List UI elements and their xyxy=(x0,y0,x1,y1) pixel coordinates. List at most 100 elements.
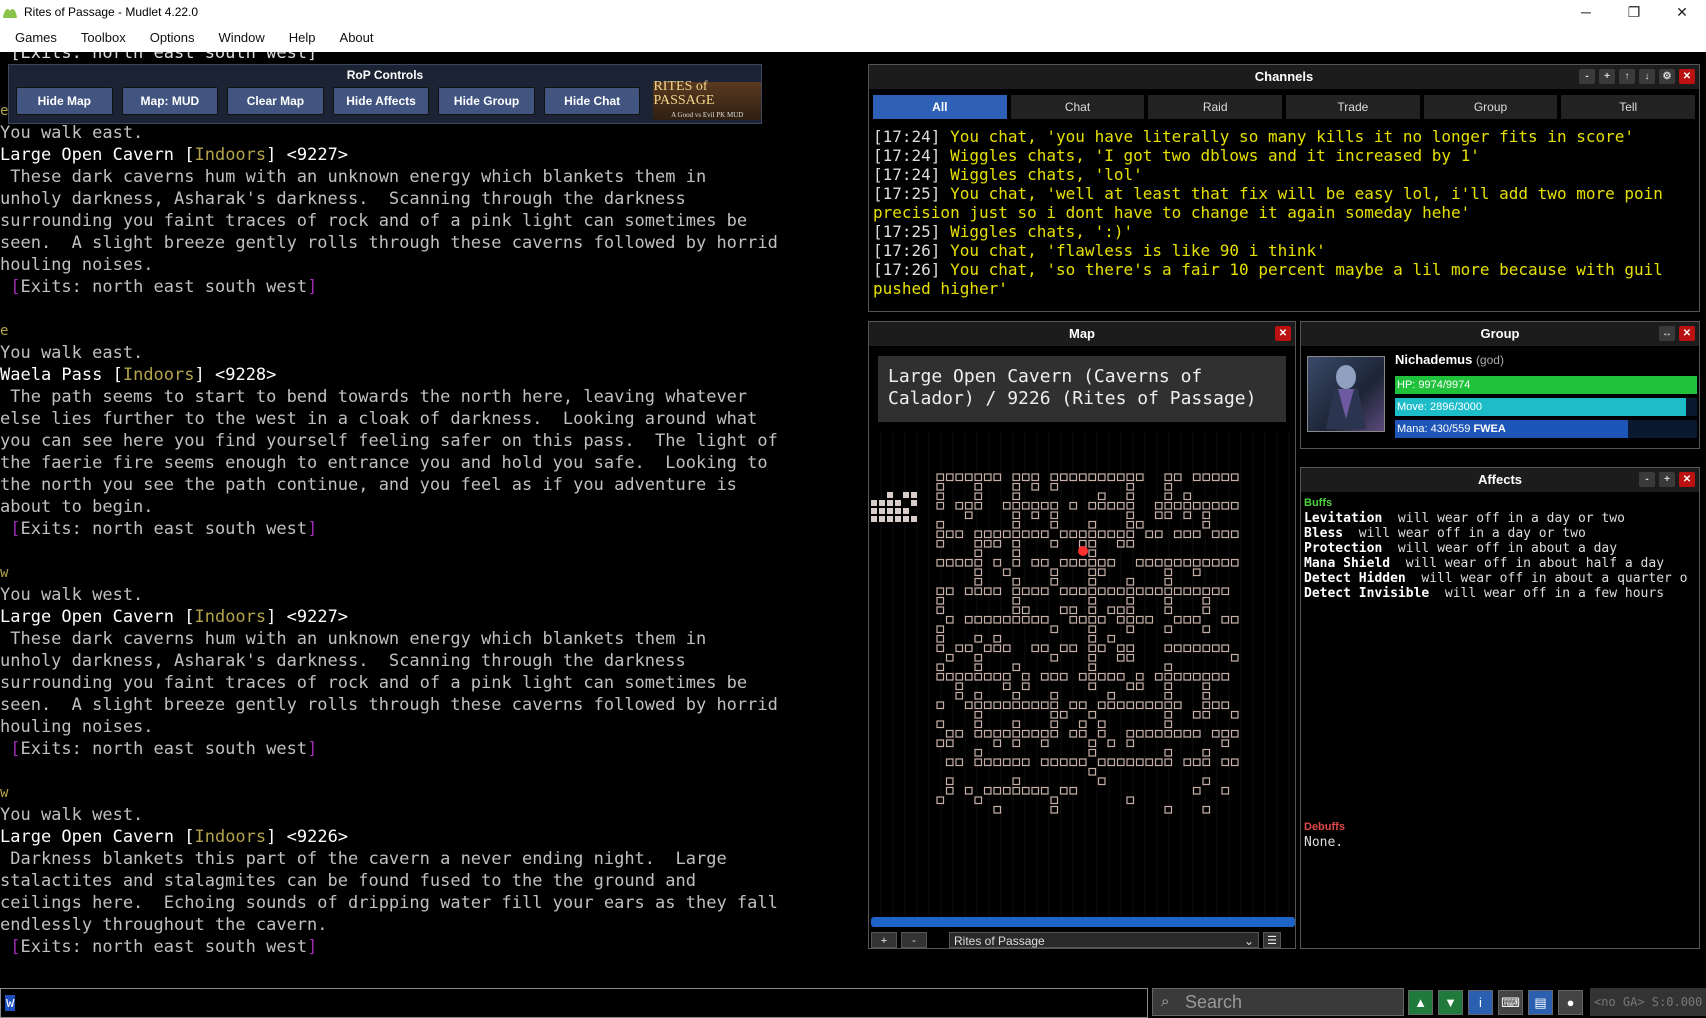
map-room[interactable] xyxy=(974,729,983,738)
map-room[interactable] xyxy=(1154,501,1163,510)
map-room[interactable] xyxy=(1031,482,1040,491)
map-room[interactable] xyxy=(1021,501,1030,510)
map-room[interactable] xyxy=(955,644,964,653)
map-room[interactable] xyxy=(1021,530,1030,539)
map-room[interactable] xyxy=(1050,520,1059,529)
map-room[interactable] xyxy=(1221,530,1230,539)
map-room[interactable] xyxy=(945,729,954,738)
map-room[interactable] xyxy=(1221,786,1230,795)
map-room[interactable] xyxy=(887,508,893,514)
map-room[interactable] xyxy=(1097,644,1106,653)
map-room[interactable] xyxy=(1192,530,1201,539)
map-room[interactable] xyxy=(1012,501,1021,510)
map-room[interactable] xyxy=(1202,473,1211,482)
map-room[interactable] xyxy=(974,653,983,662)
menu-about[interactable]: About xyxy=(328,24,386,52)
map-room[interactable] xyxy=(1192,729,1201,738)
map-room[interactable] xyxy=(974,587,983,596)
map-room[interactable] xyxy=(974,492,983,501)
map-room[interactable] xyxy=(1154,587,1163,596)
map-room[interactable] xyxy=(1012,520,1021,529)
map-room[interactable] xyxy=(1221,473,1230,482)
map-room[interactable] xyxy=(1164,606,1173,615)
map-room[interactable] xyxy=(1050,539,1059,548)
map-room[interactable] xyxy=(1097,587,1106,596)
map-room[interactable] xyxy=(993,644,1002,653)
map-room[interactable] xyxy=(1164,691,1173,700)
map-room[interactable] xyxy=(1183,530,1192,539)
channels-settings-icon[interactable]: ⚙ xyxy=(1659,69,1675,84)
map-room[interactable] xyxy=(1202,511,1211,520)
map-room[interactable] xyxy=(1012,691,1021,700)
map-room[interactable] xyxy=(1202,501,1211,510)
map-room[interactable] xyxy=(1050,577,1059,586)
map-room[interactable] xyxy=(936,539,945,548)
map-room[interactable] xyxy=(1097,758,1106,767)
map-room[interactable] xyxy=(945,777,954,786)
map-room[interactable] xyxy=(974,701,983,710)
map-room[interactable] xyxy=(993,786,1002,795)
map-room[interactable] xyxy=(1050,710,1059,719)
hide-chat-button[interactable]: Hide Chat xyxy=(543,87,641,115)
map-room[interactable] xyxy=(1230,729,1239,738)
map-room[interactable] xyxy=(945,558,954,567)
map-room[interactable] xyxy=(1183,558,1192,567)
map-room[interactable] xyxy=(936,520,945,529)
map-room[interactable] xyxy=(1145,587,1154,596)
map-room[interactable] xyxy=(1173,701,1182,710)
map-room[interactable] xyxy=(974,577,983,586)
map-room[interactable] xyxy=(1202,606,1211,615)
map-room[interactable] xyxy=(1040,530,1049,539)
map-room[interactable] xyxy=(1202,682,1211,691)
map-room[interactable] xyxy=(1221,739,1230,748)
map-room[interactable] xyxy=(1097,729,1106,738)
map-room[interactable] xyxy=(1012,663,1021,672)
map-room[interactable] xyxy=(1097,568,1106,577)
map-room[interactable] xyxy=(955,558,964,567)
map-room[interactable] xyxy=(945,758,954,767)
menu-help[interactable]: Help xyxy=(277,24,328,52)
map-room[interactable] xyxy=(887,492,893,498)
map-room[interactable] xyxy=(993,539,1002,548)
map-room[interactable] xyxy=(936,530,945,539)
mapper-canvas[interactable] xyxy=(869,432,1297,922)
group-resize-icon[interactable]: ↔ xyxy=(1659,326,1675,341)
map-room[interactable] xyxy=(1088,530,1097,539)
map-room[interactable] xyxy=(1164,672,1173,681)
map-room[interactable] xyxy=(1173,530,1182,539)
map-room[interactable] xyxy=(1154,558,1163,567)
map-room[interactable] xyxy=(1164,577,1173,586)
map-room[interactable] xyxy=(1012,473,1021,482)
map-room[interactable] xyxy=(879,508,885,514)
map-room[interactable] xyxy=(993,672,1002,681)
map-room[interactable] xyxy=(1088,625,1097,634)
map-room[interactable] xyxy=(1040,758,1049,767)
map-room[interactable] xyxy=(1031,786,1040,795)
map-room[interactable] xyxy=(1230,653,1239,662)
map-room[interactable] xyxy=(955,758,964,767)
channels-down-button[interactable]: ↓ xyxy=(1639,69,1655,84)
map-room[interactable] xyxy=(1040,739,1049,748)
map-room[interactable] xyxy=(1164,501,1173,510)
map-room[interactable] xyxy=(974,473,983,482)
map-room[interactable] xyxy=(1088,682,1097,691)
map-room[interactable] xyxy=(983,786,992,795)
map-room[interactable] xyxy=(1221,615,1230,624)
map-room[interactable] xyxy=(1002,615,1011,624)
map-room[interactable] xyxy=(974,530,983,539)
map-room[interactable] xyxy=(1183,672,1192,681)
map-room[interactable] xyxy=(1211,530,1220,539)
scroll-up-icon[interactable]: ▲ xyxy=(1408,989,1433,1015)
map-room[interactable] xyxy=(1012,758,1021,767)
map-room[interactable] xyxy=(1088,653,1097,662)
menu-games[interactable]: Games xyxy=(0,24,69,52)
map-room[interactable] xyxy=(1088,634,1097,643)
map-room[interactable] xyxy=(1192,568,1201,577)
map-room[interactable] xyxy=(1040,644,1049,653)
map-room[interactable] xyxy=(1002,682,1011,691)
map-room[interactable] xyxy=(1021,758,1030,767)
map-room[interactable] xyxy=(1173,729,1182,738)
map-room[interactable] xyxy=(1050,805,1059,814)
map-room[interactable] xyxy=(936,672,945,681)
map-room[interactable] xyxy=(955,530,964,539)
